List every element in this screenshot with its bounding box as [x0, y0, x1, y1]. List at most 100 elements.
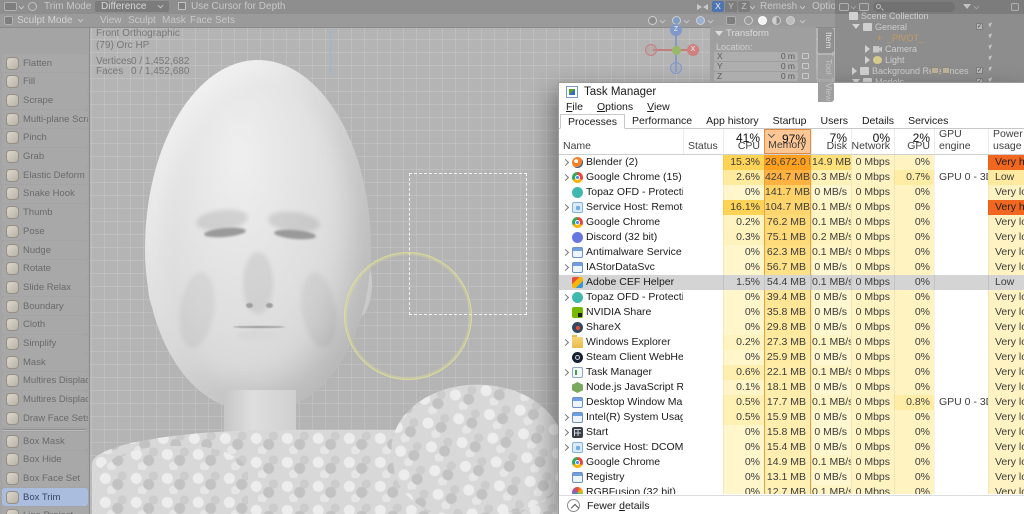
location-y-field[interactable]: Y 0 m [714, 62, 798, 71]
outliner-row-camera[interactable]: Camera [835, 43, 1024, 54]
panel-collapse-icon[interactable] [715, 31, 723, 36]
tool-item-slide-relax[interactable]: Slide Relax [2, 278, 88, 297]
tab-app-history[interactable]: App history [699, 114, 766, 128]
tool-item-grab[interactable]: Grab [2, 147, 88, 166]
process-row-steam-client-webhelper[interactable]: Steam Client WebHelper0%25.9 MB0 MB/s0 M… [559, 350, 1024, 365]
process-row-task-manager[interactable]: Task Manager 0.6% 22.1 MB 0.1 MB/s 0 Mbps 0% V… [559, 365, 1024, 380]
tool-item-box-face-set[interactable]: Box Face Set [2, 469, 88, 488]
tab-users[interactable]: Users [814, 114, 855, 128]
process-row-service-host-remote-procedure[interactable]: Service Host: Remote Procedure... 16.1%10… [559, 200, 1024, 215]
tab-processes[interactable]: Processes [560, 114, 626, 129]
column-header-power[interactable]: Power usage [988, 128, 1024, 154]
selectable-icon[interactable] [988, 44, 994, 50]
collection-checkbox-icon[interactable]: ✓ [976, 23, 983, 30]
tool-item-boundary[interactable]: Boundary [2, 297, 88, 316]
tool-item-pose[interactable]: Pose [2, 222, 88, 241]
process-row-desktop-window-manager[interactable]: Desktop Window Manager 0.5%17.7 MB0.1 MB/… [559, 395, 1024, 410]
task-manager-titlebar[interactable]: Task Manager [559, 83, 1024, 101]
sidebar-tab-item[interactable]: Item [818, 28, 834, 53]
editor-type-icon[interactable] [4, 2, 17, 11]
mirror-x-toggle[interactable]: X [712, 1, 724, 12]
tool-item-snake-hook[interactable]: Snake Hook [2, 184, 88, 203]
expand-chevron-icon[interactable] [561, 443, 570, 452]
outliner-row-background-references[interactable]: Background References ✓ [835, 65, 1024, 76]
overlays-icon[interactable] [726, 16, 736, 25]
mirror-y-toggle[interactable]: Y [725, 1, 737, 12]
transform-panel-title[interactable]: Transform [726, 28, 769, 39]
expand-chevron-icon[interactable] [561, 293, 570, 302]
tool-item-flatten[interactable]: Flatten [2, 54, 88, 72]
process-row-node-js-javascript-runtime[interactable]: Node.js JavaScript Runtime0.1%18.1 MB0 M… [559, 380, 1024, 395]
expand-chevron-icon[interactable] [561, 338, 570, 347]
tab-details[interactable]: Details [855, 114, 901, 128]
menu-file[interactable]: File [559, 101, 590, 114]
process-row-nvidia-share[interactable]: NVIDIA Share 0% 35.8 MB 0 MB/s 0 Mbps 0% Very … [559, 305, 1024, 320]
tool-item-simplify[interactable]: Simplify [2, 334, 88, 353]
expand-chevron-icon[interactable] [561, 203, 570, 212]
tool-item-multires-displacemen[interactable]: Multires Displacemen... [2, 390, 88, 409]
shading-rendered-icon[interactable] [786, 16, 795, 25]
gizmo-z-pos[interactable]: Z [670, 24, 682, 36]
tool-item-cloth[interactable]: Cloth [2, 315, 88, 334]
expand-icon[interactable] [852, 66, 857, 75]
tool-item-multi-plane-scrape[interactable]: Multi-plane Scrape [2, 110, 88, 129]
process-row-blender-2[interactable]: Blender (2) 15.3%26,672.0 MB14.9 MB/s0 Mb… [559, 155, 1024, 170]
process-row-topaz-ofd-protection-module[interactable]: Topaz OFD - Protection Module0%39.4 MB0 … [559, 290, 1024, 305]
selectable-icon[interactable] [988, 22, 994, 28]
selectable-icon[interactable] [988, 66, 994, 72]
column-header-memory[interactable]: 97% Memory [764, 129, 811, 154]
filter-icon[interactable] [963, 4, 971, 9]
sidebar-tab-tool[interactable]: Tool [818, 55, 834, 79]
menu-face-sets[interactable]: Face Sets [190, 15, 235, 27]
tab-startup[interactable]: Startup [766, 114, 814, 128]
process-row-iastordatasvc[interactable]: IAStorDataSvc 0% 56.7 MB 0 MB/s 0 Mbps 0% Very… [559, 260, 1024, 275]
process-row-discord-32-bit[interactable]: Discord (32 bit) 0.3% 75.1 MB 0.2 MB/s 0 Mbp… [559, 230, 1024, 245]
expand-chevron-icon[interactable] [561, 248, 570, 257]
selectable-icon[interactable] [988, 33, 994, 39]
tool-item-draw-face-sets[interactable]: Draw Face Sets [2, 409, 88, 428]
expand-icon[interactable] [865, 55, 870, 64]
expand-chevron-icon[interactable] [561, 263, 570, 272]
tool-item-thumb[interactable]: Thumb [2, 203, 88, 222]
outliner-row-general[interactable]: General ✓ [835, 21, 1024, 32]
process-row-sharex[interactable]: ShareX0%29.8 MB0 MB/s0 Mbps0%Very low [559, 320, 1024, 335]
column-header-engine[interactable]: GPU engine [934, 128, 988, 154]
tool-item-mask[interactable]: Mask [2, 353, 88, 372]
process-row-adobe-cef-helper[interactable]: Adobe CEF Helper 1.5% 54.4 MB 0.1 MB/s 0 Mbp… [559, 275, 1024, 290]
column-header-disk[interactable]: 7% Disk [811, 129, 851, 154]
shading-solid-icon[interactable] [758, 16, 767, 25]
column-header-network[interactable]: 0% Network [851, 129, 894, 154]
mirror-z-toggle[interactable]: Z [738, 1, 750, 12]
tool-item-box-trim[interactable]: Box Trim [2, 488, 88, 507]
outliner-row-light[interactable]: Light [835, 54, 1024, 65]
expand-icon[interactable] [865, 44, 870, 53]
menu-view[interactable]: View [100, 15, 122, 27]
tool-item-nudge[interactable]: Nudge [2, 241, 88, 259]
column-header-gpu[interactable]: 2% GPU [894, 129, 934, 154]
process-row-antimalware-service-executable[interactable]: Antimalware Service Executable0%62.3 MB0… [559, 245, 1024, 260]
menu-options[interactable]: Options [590, 101, 640, 114]
use-cursor-depth-checkbox[interactable] [178, 2, 186, 10]
tool-item-multires-displacemen[interactable]: Multires Displacemen... [2, 371, 88, 390]
location-z-field[interactable]: Z 0 m [714, 72, 798, 81]
process-row-intel-r-system-usage-report[interactable]: Intel(R) System Usage Report0.5%15.9 MB0… [559, 410, 1024, 425]
expand-chevron-icon[interactable] [561, 428, 570, 437]
gizmo-x-pos[interactable]: X [687, 44, 699, 56]
column-header-name[interactable]: Name [559, 129, 683, 154]
outliner-row-pivot[interactable]: + _PIVOT_ [835, 32, 1024, 43]
gizmo-z-neg[interactable] [670, 62, 682, 74]
tool-item-pinch[interactable]: Pinch [2, 128, 88, 147]
shading-material-icon[interactable] [772, 16, 781, 25]
tool-item-scrape[interactable]: Scrape [2, 91, 88, 110]
shading-wireframe-icon[interactable] [744, 16, 753, 25]
menu-mask[interactable]: Mask [162, 15, 186, 27]
tab-performance[interactable]: Performance [625, 114, 699, 128]
lock-icon[interactable] [802, 73, 809, 79]
process-row-google-chrome[interactable]: Google Chrome 0% 14.9 MB 0.1 MB/s 0 Mbps 0% Ve… [559, 455, 1024, 470]
process-row-service-host-dcom-server-proc[interactable]: Service Host: DCOM Server Proc...0%15.4 … [559, 440, 1024, 455]
selectable-icon[interactable] [988, 55, 994, 61]
view-gizmo[interactable]: X Z [645, 22, 705, 76]
mode-selector[interactable]: Sculpt Mode [17, 15, 73, 27]
tab-services[interactable]: Services [901, 114, 955, 128]
location-x-field[interactable]: X 0 m [714, 52, 798, 61]
